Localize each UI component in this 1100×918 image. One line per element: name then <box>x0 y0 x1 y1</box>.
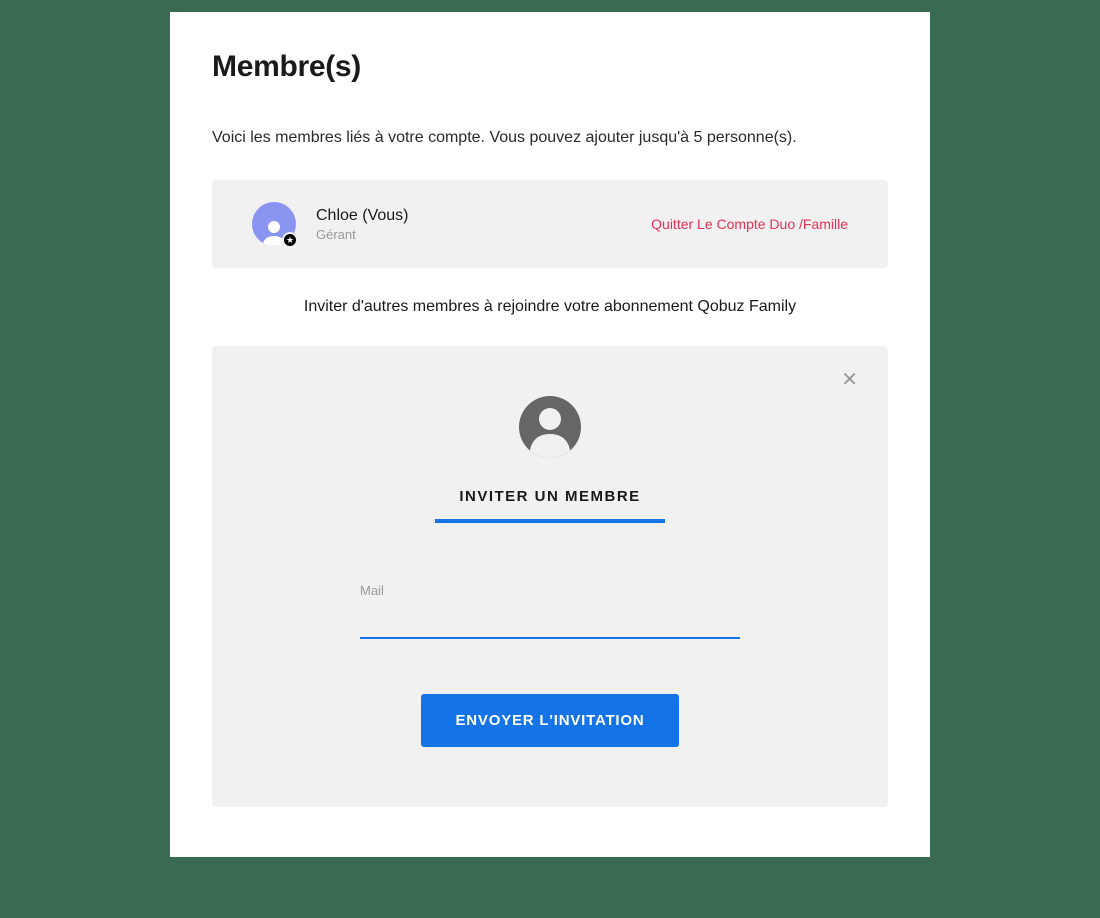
page-subtitle: Voici les membres liés à votre compte. V… <box>212 126 888 150</box>
member-left: ★ Chloe (Vous) Gérant <box>252 202 409 246</box>
invite-form: Mail ENVOYER L'INVITATION <box>360 583 740 747</box>
invite-panel: ✕ INVITER UN MEMBRE Mail ENVOYER L'INVIT… <box>212 346 888 807</box>
send-invitation-button[interactable]: ENVOYER L'INVITATION <box>421 694 678 747</box>
invite-intro: Inviter d'autres membres à rejoindre vot… <box>212 298 888 316</box>
member-name: Chloe (Vous) <box>316 207 409 225</box>
member-role: Gérant <box>316 227 409 242</box>
invite-heading: INVITER UN MEMBRE <box>435 488 665 523</box>
close-icon[interactable]: ✕ <box>841 370 858 390</box>
invite-avatar-icon <box>519 396 581 458</box>
mail-input[interactable] <box>360 608 740 639</box>
star-badge-icon: ★ <box>282 232 298 248</box>
members-page: Membre(s) Voici les membres liés à votre… <box>170 12 930 857</box>
avatar: ★ <box>252 202 296 246</box>
person-icon <box>519 396 581 458</box>
page-title: Membre(s) <box>212 50 888 84</box>
mail-label: Mail <box>360 583 740 598</box>
leave-account-link[interactable]: Quitter Le Compte Duo /Famille <box>651 216 848 232</box>
member-info: Chloe (Vous) Gérant <box>316 207 409 242</box>
member-card: ★ Chloe (Vous) Gérant Quitter Le Compte … <box>212 180 888 268</box>
